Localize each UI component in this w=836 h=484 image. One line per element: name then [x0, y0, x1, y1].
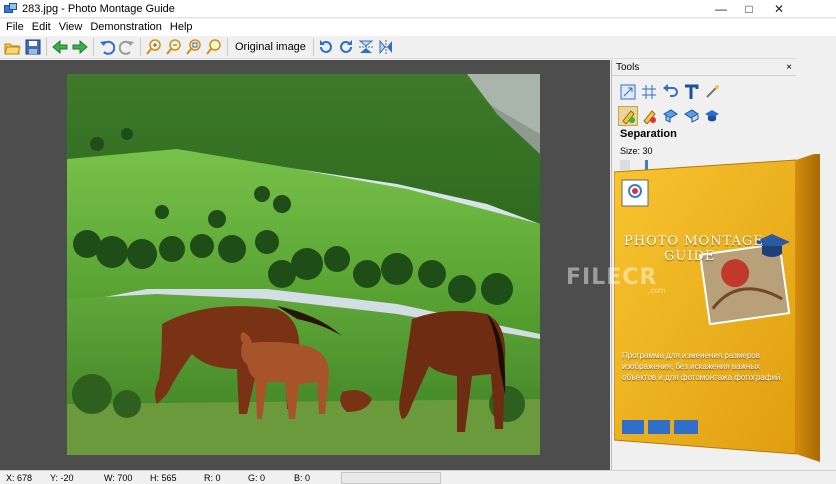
menu-bar: File Edit View Demonstration Help — [0, 19, 836, 36]
original-image-button[interactable]: Original image — [231, 38, 310, 57]
status-bar: X: 678 Y: -20 W: 700 H: 565 R: 0 G: 0 B:… — [0, 470, 836, 484]
status-color-well — [341, 472, 441, 484]
brush-icon[interactable] — [660, 106, 680, 126]
section-title: Separation — [620, 128, 677, 140]
close-button[interactable]: ✕ — [756, 0, 802, 18]
app-icon — [4, 2, 18, 15]
toolbar-separator — [227, 38, 228, 56]
tools-row-2 — [618, 106, 723, 126]
box-description: Программа для изменения размеров изображ… — [622, 351, 783, 382]
back-arrow-icon[interactable] — [50, 38, 69, 57]
tools-row-1 — [618, 82, 723, 102]
protect-mask-icon[interactable] — [618, 106, 638, 126]
undo-arrow-icon[interactable] — [660, 82, 680, 102]
zoom-out-icon[interactable] — [164, 38, 183, 57]
watermark-logo: FILECR — [566, 265, 658, 290]
status-green: G: 0 — [248, 473, 266, 483]
text-icon[interactable] — [681, 82, 701, 102]
box-brand-line1: PHOTO MONTAGE — [624, 234, 764, 249]
image-canvas[interactable] — [0, 60, 610, 470]
zoom-actual-icon[interactable] — [204, 38, 223, 57]
toolbar-separator — [140, 38, 141, 56]
status-width: W: 700 — [104, 473, 133, 483]
window-title: 283.jpg - Photo Montage Guide — [22, 2, 175, 15]
tools-panel-title: Tools — [616, 62, 640, 73]
status-x: X: 678 — [6, 473, 33, 483]
menu-view[interactable]: View — [55, 19, 87, 36]
menu-demonstration[interactable]: Demonstration — [86, 19, 166, 36]
redo-icon[interactable] — [117, 38, 136, 57]
box-brand-line2: GUIDE — [664, 249, 716, 264]
remove-mask-icon[interactable] — [639, 106, 659, 126]
wand-icon[interactable] — [702, 82, 722, 102]
tools-panel-close-button[interactable]: × — [786, 62, 792, 73]
rotate-right-icon[interactable] — [337, 38, 356, 57]
toolbar-separator — [46, 38, 47, 56]
status-blue: B: 0 — [294, 473, 311, 483]
zoom-fit-icon[interactable] — [184, 38, 203, 57]
status-height: H: 565 — [150, 473, 177, 483]
title-bar: 283.jpg - Photo Montage Guide — □ ✕ — [0, 0, 836, 18]
product-box-image: PHOTO MONTAGE GUIDE Программа для измене… — [613, 152, 836, 472]
graduation-cap-icon[interactable] — [702, 106, 722, 126]
eraser-icon[interactable] — [681, 106, 701, 126]
box-brand: PHOTO MONTAGE GUIDE — [624, 234, 794, 264]
toolbar-separator — [312, 38, 314, 56]
save-icon[interactable] — [23, 38, 42, 57]
grid-icon[interactable] — [639, 82, 659, 102]
forward-arrow-icon[interactable] — [70, 38, 89, 57]
flip-vertical-icon[interactable] — [357, 38, 376, 57]
zoom-in-icon[interactable] — [144, 38, 163, 57]
open-folder-icon[interactable] — [3, 38, 22, 57]
horses-photo — [67, 74, 540, 455]
watermark-sub: .com — [648, 286, 666, 295]
undo-icon[interactable] — [97, 38, 116, 57]
resize-icon[interactable] — [618, 82, 638, 102]
rotate-left-icon[interactable] — [317, 38, 336, 57]
tools-panel-header: Tools × — [612, 60, 796, 76]
toolbar-separator — [93, 38, 94, 56]
menu-help[interactable]: Help — [166, 19, 197, 36]
flip-horizontal-icon[interactable] — [377, 38, 396, 57]
menu-edit[interactable]: Edit — [28, 19, 55, 36]
status-red: R: 0 — [204, 473, 221, 483]
toolbar: Original image — [0, 36, 796, 59]
status-y: Y: -20 — [50, 473, 74, 483]
menu-file[interactable]: File — [2, 19, 28, 36]
